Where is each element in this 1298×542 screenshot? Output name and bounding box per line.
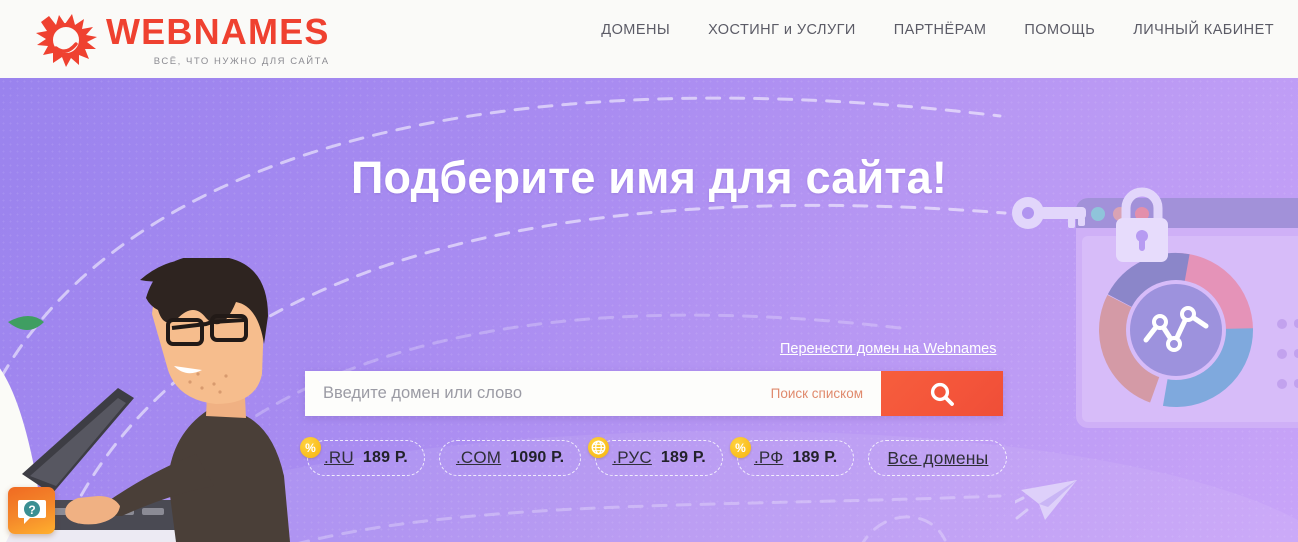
percent-badge-icon: %: [729, 437, 751, 458]
globe-badge-icon: [588, 437, 610, 458]
sun-logo-icon: [32, 8, 100, 70]
hero-wave-decor: [0, 412, 1298, 542]
chip-com-tld: .COM: [455, 448, 502, 467]
nav-item-account[interactable]: ЛИЧНЫЙ КАБИНЕТ: [1133, 22, 1274, 38]
help-chat-widget[interactable]: ?: [8, 487, 55, 534]
all-domains-label: Все домены: [887, 447, 989, 468]
paper-plane-icon: [1015, 480, 1077, 520]
chip-rus[interactable]: .РУС 189 Р.: [588, 437, 723, 476]
page-root: WEBNAMES ВСЁ, ЧТО НУЖНО ДЛЯ САЙТА ДОМЕНЫ…: [0, 0, 1298, 542]
question-chat-icon: ?: [17, 499, 46, 524]
main-navigation: ДОМЕНЫ ХОСТИНГ и УСЛУГИ ПАРТНЁРАМ ПОМОЩЬ…: [601, 22, 1274, 38]
chip-ru-price: 189 Р.: [362, 449, 408, 466]
nav-item-help[interactable]: ПОМОЩЬ: [1024, 22, 1095, 38]
tld-chip-list: % .RU 189 Р. .COM 1090 Р. .РУС 189 Р. % …: [300, 437, 1021, 476]
chip-rf[interactable]: % .РФ 189 Р.: [729, 437, 855, 476]
page-title: Подберите имя для сайта!: [350, 152, 948, 203]
chip-rus-tld: .РУС: [612, 448, 652, 467]
chip-com[interactable]: .COM 1090 Р.: [438, 440, 582, 476]
chip-ru[interactable]: % .RU 189 Р.: [300, 437, 425, 476]
svg-text:?: ?: [28, 503, 35, 517]
all-domains-chip[interactable]: Все домены: [868, 440, 1008, 476]
search-input[interactable]: [305, 371, 767, 416]
chip-com-price: 1090 Р.: [510, 449, 565, 466]
percent-badge-icon: %: [300, 437, 321, 458]
chip-rf-price: 189 Р.: [792, 449, 838, 466]
logo-tagline: ВСЁ, ЧТО НУЖНО ДЛЯ САЙТА: [153, 56, 330, 67]
nav-item-hosting[interactable]: ХОСТИНГ и УСЛУГИ: [708, 22, 856, 38]
search-button[interactable]: [881, 371, 1003, 416]
list-search-link[interactable]: Поиск списком: [766, 371, 881, 416]
chip-rus-price: 189 Р.: [660, 449, 706, 466]
nav-item-partners[interactable]: ПАРТНЁРАМ: [894, 22, 987, 38]
logo[interactable]: WEBNAMES ВСЁ, ЧТО НУЖНО ДЛЯ САЙТА: [32, 8, 330, 70]
hero-banner: Подберите имя для сайта! Перенести домен…: [0, 78, 1298, 542]
nav-item-domains[interactable]: ДОМЕНЫ: [601, 22, 670, 38]
domain-search-bar: Поиск списком: [305, 371, 1003, 416]
logo-name: WEBNAMES: [106, 11, 330, 52]
logo-text: WEBNAMES ВСЁ, ЧТО НУЖНО ДЛЯ САЙТА: [106, 8, 330, 68]
chip-ru-tld: .RU: [324, 448, 354, 467]
site-header: WEBNAMES ВСЁ, ЧТО НУЖНО ДЛЯ САЙТА ДОМЕНЫ…: [0, 0, 1298, 78]
transfer-domain-link[interactable]: Перенести домен на Webnames: [780, 341, 996, 357]
chip-rf-tld: .РФ: [753, 448, 784, 467]
search-icon: [930, 382, 954, 406]
